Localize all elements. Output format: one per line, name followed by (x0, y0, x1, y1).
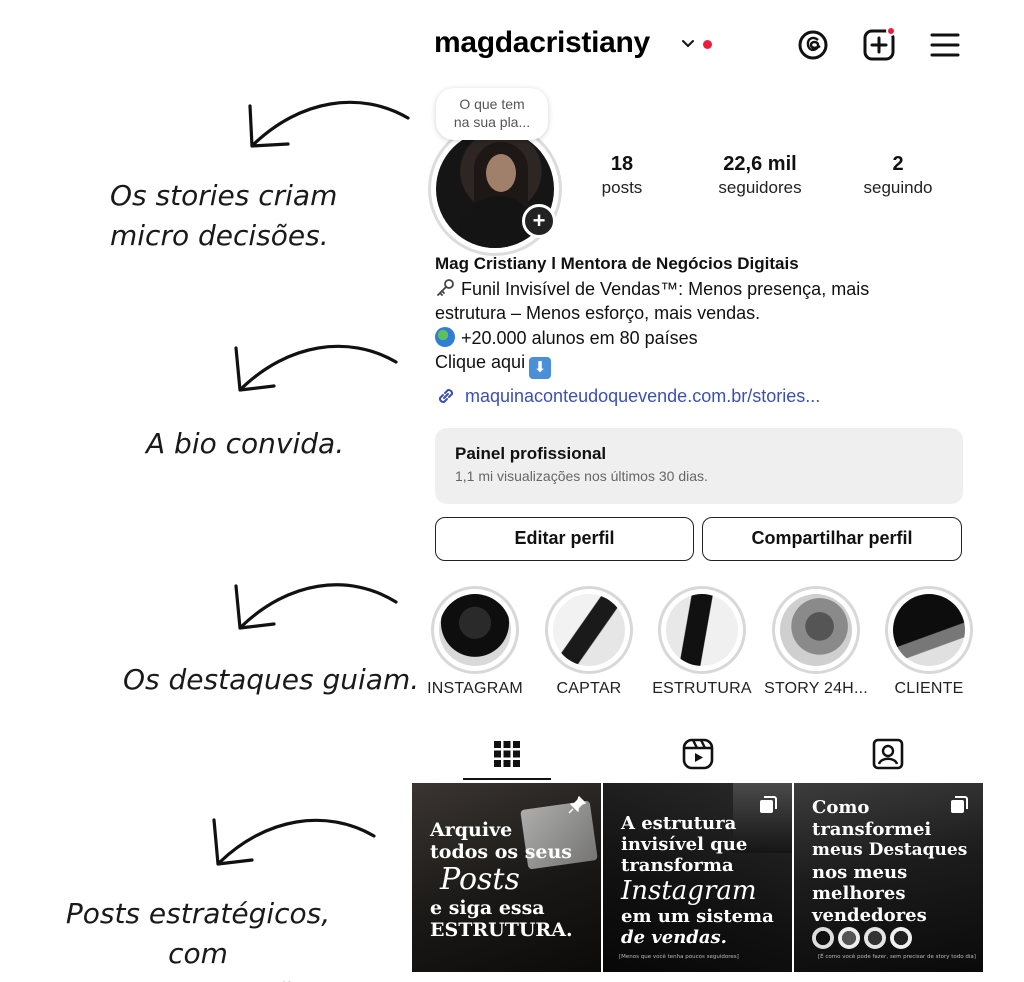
arrow-highlights (234, 583, 398, 630)
arrow-stories (248, 100, 410, 148)
threads-icon[interactable] (796, 28, 830, 62)
add-post-notification-dot (886, 26, 896, 36)
arrow-bio (234, 344, 398, 392)
highlight-cover (780, 594, 852, 666)
panel-subtitle: 1,1 mi visualizações nos últimos 30 dias… (455, 468, 708, 484)
stat-following[interactable]: 2 seguindo (850, 152, 946, 200)
bio-line-1: Funil Invisível de Vendas™: Menos presen… (461, 278, 870, 299)
highlight-label: CAPTAR (556, 680, 622, 697)
link-icon (438, 388, 454, 404)
reels-icon[interactable] (681, 737, 715, 771)
professional-dashboard[interactable]: Painel profissional 1,1 mi visualizações… (435, 428, 963, 504)
add-story-icon[interactable]: + (522, 204, 556, 238)
profile-bio: Mag Cristiany l Mentora de Negócios Digi… (435, 252, 975, 379)
chevron-down-icon[interactable] (680, 36, 696, 52)
highlight-cover (893, 594, 965, 666)
annotation-bio: A bio convida. (146, 427, 345, 460)
post-tile[interactable]: A estrutura invisível que transforma Ins… (603, 783, 792, 972)
bio-line-2: estrutura – Menos esforço, mais vendas. (435, 303, 761, 323)
pin-icon (568, 796, 586, 814)
post-tile[interactable]: Arquive todos os seus Posts e siga essa … (412, 783, 601, 972)
globe-icon (435, 326, 455, 347)
post-thumbnails (812, 927, 912, 954)
highlight-label: ESTRUTURA (652, 680, 752, 697)
bio-line-3: +20.000 alunos em 80 países (461, 327, 698, 348)
post-tile[interactable]: Como transformei meus Destaques nos meus… (794, 783, 983, 972)
highlight-label: CLIENTE (894, 680, 964, 697)
annotation-stories: Os stories criam micro decisões. (110, 179, 338, 252)
stat-followers[interactable]: 22,6 mil seguidores (700, 152, 820, 200)
tagged-icon[interactable] (871, 737, 905, 771)
highlight-cover (553, 594, 625, 666)
highlight-cover (439, 594, 511, 666)
post-caption-small: [Menos que você tenha poucos seguidores] (619, 954, 739, 960)
down-arrow-icon: ⬇ (529, 357, 552, 379)
post-caption-small: [É como você pode fazer, sem precisar de… (818, 954, 976, 960)
note-bubble[interactable]: O que tem na sua pla... (436, 88, 548, 140)
grid-icon[interactable] (490, 737, 524, 771)
share-profile-button[interactable]: Compartilhar perfil (702, 517, 962, 561)
annotation-highlights: Os destaques guiam. (123, 663, 420, 696)
highlight-cover (666, 594, 738, 666)
bio-link[interactable]: maquinaconteudoquevende.com.br/stories..… (435, 385, 820, 407)
highlight-label: STORY 24H... (764, 680, 868, 697)
profile-name: Mag Cristiany l Mentora de Negócios Digi… (435, 254, 799, 273)
menu-icon[interactable] (928, 28, 962, 62)
edit-profile-button[interactable]: Editar perfil (435, 517, 694, 561)
bio-line-4: Clique aqui (435, 352, 526, 372)
notification-dot (703, 40, 712, 49)
panel-title: Painel profissional (455, 444, 607, 463)
stat-posts[interactable]: 18 posts (582, 152, 662, 200)
highlight-label: INSTAGRAM (427, 680, 523, 697)
annotation-posts: Posts estratégicos, com CTA e automações… (63, 897, 333, 982)
multi-icon (760, 796, 777, 813)
profile-username[interactable]: magdacristiany (434, 26, 650, 60)
active-tab-indicator (463, 778, 551, 780)
key-icon (437, 278, 454, 296)
arrow-posts (212, 818, 376, 866)
